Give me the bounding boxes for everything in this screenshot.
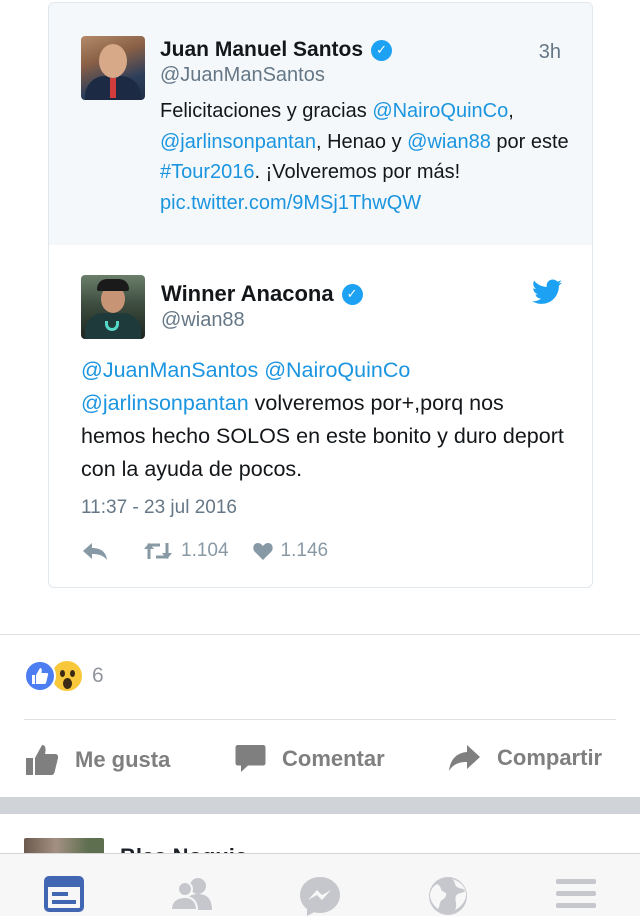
feed-separator [0,797,640,814]
retweet-count: 1.104 [181,540,229,561]
quoted-tweet-author-name: Juan Manuel Santos [160,38,364,61]
bottom-tab-bar [0,853,640,916]
tab-friends[interactable] [170,876,214,916]
retweet-action[interactable]: 1.104 [143,540,229,562]
tweet-actions: 1.104 1.146 [81,539,328,563]
post-actions-bar: Me gusta Comentar Compartir [0,738,640,782]
like-button[interactable]: Me gusta [26,744,170,776]
text-segment: , Henao y [315,130,408,153]
like-thumb-icon [26,745,59,775]
reaction-count: 6 [92,664,104,687]
reactions-summary[interactable]: 6 [24,659,104,693]
menu-icon [556,879,596,908]
divider [24,719,616,720]
like-button-label: Me gusta [75,747,171,772]
reply-icon[interactable] [81,539,109,563]
tab-news-feed[interactable] [42,876,86,916]
mention-link[interactable]: @NairoQuinCo [372,100,508,122]
heart-icon [252,543,273,560]
verified-icon: ✓ [341,283,363,305]
tweet-author-name: Winner Anacona [161,281,334,306]
messenger-icon [300,877,340,916]
quoted-tweet-text: Felicitaciones y gracias @NairoQuinCo, @… [160,96,570,218]
quoted-tweet-handle[interactable]: @JuanManSantos [160,64,325,87]
twitter-bird-icon[interactable] [532,279,562,305]
tab-messenger[interactable] [298,876,342,916]
share-icon [449,745,480,771]
next-post-header[interactable]: Blas Noquic... • • [0,814,640,854]
mention-link[interactable]: @wian88 [407,131,491,153]
embedded-tweet-card[interactable]: Juan Manuel Santos ✓ @JuanManSantos 3h F… [48,2,593,588]
mention-link[interactable]: @jarlinsonpantan [160,131,316,153]
mention-link[interactable]: @jarlinsonpantan [81,391,249,415]
hashtag-link[interactable]: #Tour2016 [160,161,255,183]
tweet-text: @JuanManSantos @NairoQuinCo @jarlinsonpa… [81,354,571,486]
like-reaction-icon [24,660,56,692]
tweet-author-handle[interactable]: @wian88 [161,309,245,332]
share-button[interactable]: Compartir [448,744,602,772]
like-count: 1.146 [280,540,329,561]
share-button-label: Compartir [497,745,603,770]
news-feed-icon [44,876,84,912]
comment-button-label: Comentar [282,746,385,771]
divider [0,634,640,635]
retweet-icon [144,543,172,559]
tweet-author[interactable]: Winner Anacona ✓ [161,281,363,307]
tweet-date[interactable]: 11:37 - 23 jul 2016 [81,497,237,519]
comment-icon [235,745,266,772]
like-action[interactable]: 1.146 [229,540,329,562]
text-segment: , [508,100,514,122]
text-segment: . ¡Volveremos por más! [254,161,461,183]
quoted-tweet[interactable]: Juan Manuel Santos ✓ @JuanManSantos 3h F… [49,3,592,245]
quoted-tweet-author[interactable]: Juan Manuel Santos ✓ [160,38,393,62]
pic-link[interactable]: pic.twitter.com/9MSj1ThwQW [160,192,421,214]
tweet-author-avatar[interactable] [81,275,145,339]
next-post-avatar[interactable] [24,838,104,854]
quoted-tweet-time: 3h [538,41,561,63]
friends-icon [170,878,212,911]
mention-link[interactable]: @NairoQuinCo [264,358,410,382]
comment-button[interactable]: Comentar [235,744,385,774]
tab-notifications[interactable] [426,876,470,916]
mention-link[interactable]: @JuanManSantos [81,358,258,382]
globe-icon [429,877,467,915]
text-segment: por este [490,130,569,153]
tab-menu[interactable] [554,876,598,916]
text-segment: Felicitaciones y gracias [160,100,373,122]
quoted-tweet-avatar[interactable] [81,36,145,100]
verified-icon: ✓ [371,39,393,61]
